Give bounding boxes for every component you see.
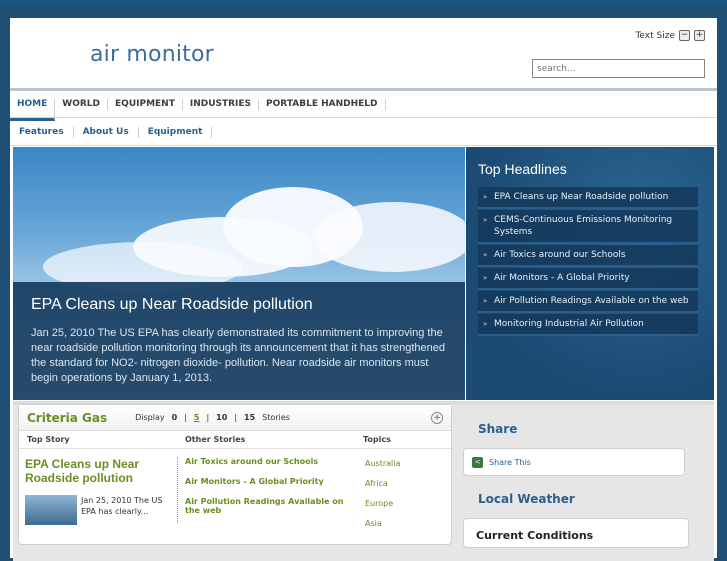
top-bar: [0, 0, 727, 6]
card-title[interactable]: Criteria Gas: [27, 411, 107, 425]
display-option[interactable]: 5: [194, 413, 200, 422]
top-story-title[interactable]: EPA Cleans up Near Roadside pollution: [25, 457, 175, 485]
headline-item[interactable]: » EPA Cleans up Near Roadside pollution: [478, 187, 698, 209]
headline-item[interactable]: » Air Toxics around our Schools: [478, 245, 698, 267]
display-option[interactable]: 10: [216, 413, 227, 422]
divider: [177, 457, 178, 523]
other-story-link[interactable]: Air Toxics around our Schools: [185, 457, 347, 466]
hero-banner[interactable]: EPA Cleans up Near Roadside pollution Ja…: [13, 147, 465, 400]
hero-text: Jan 25, 2010 The US EPA has clearly demo…: [31, 327, 445, 384]
sub-nav: Features About Us Equipment: [10, 120, 717, 146]
col-top-story: Top Story: [27, 435, 70, 444]
subnav-item-about-us[interactable]: About Us: [74, 127, 139, 138]
weather-widget: Current Conditions: [463, 518, 689, 548]
subnav-item-features[interactable]: Features: [10, 127, 74, 138]
hero-caption: EPA Cleans up Near Roadside pollution Ja…: [13, 282, 465, 400]
topics-list: Australia Africa Europe Asia: [365, 459, 400, 539]
headline-item[interactable]: » Air Monitors - A Global Priority: [478, 268, 698, 290]
headline-item[interactable]: » Air Pollution Readings Available on the…: [478, 291, 698, 313]
display-label: Display: [135, 413, 165, 422]
share-label[interactable]: Share This: [489, 458, 531, 467]
cloud-shape: [313, 202, 465, 272]
col-topics: Topics: [363, 435, 391, 444]
nav-item-industries[interactable]: INDUSTRIES: [183, 98, 260, 110]
search-input[interactable]: [532, 59, 705, 78]
share-title: Share: [478, 422, 518, 436]
other-story-link[interactable]: Air Monitors - A Global Priority: [185, 477, 347, 486]
current-conditions-title: Current Conditions: [476, 529, 594, 542]
headline-item[interactable]: » CEMS-Continuous Emissions Monitoring Sy…: [478, 210, 698, 244]
column-headers: Top Story Other Stories Topics: [19, 431, 451, 449]
bullet-arrow-icon: »: [483, 216, 488, 224]
topic-link[interactable]: Asia: [365, 519, 400, 528]
topic-link[interactable]: Africa: [365, 479, 400, 488]
other-story-link[interactable]: Air Pollution Readings Available on the …: [185, 497, 347, 515]
criteria-gas-card: Criteria Gas Display 0 | 5 | 10 | 15 Storie…: [18, 404, 452, 545]
share-widget[interactable]: < Share This: [463, 448, 685, 476]
top-headlines-title: Top Headlines: [478, 161, 567, 177]
display-option[interactable]: 15: [244, 413, 255, 422]
topic-link[interactable]: Europe: [365, 499, 400, 508]
bullet-arrow-icon: »: [483, 274, 488, 282]
text-size-increase-button[interactable]: +: [694, 30, 705, 41]
nav-item-equipment[interactable]: EQUIPMENT: [108, 98, 183, 110]
site-logo[interactable]: air monitor: [90, 42, 214, 67]
col-other-stories: Other Stories: [185, 435, 246, 444]
nav-item-portable-handheld[interactable]: PORTABLE HANDHELD: [259, 98, 386, 110]
nav-item-home[interactable]: HOME: [10, 98, 56, 121]
nav-item-world[interactable]: WORLD: [55, 98, 109, 110]
header: air monitor Text Size − +: [10, 18, 717, 88]
subnav-item-equipment[interactable]: Equipment: [139, 127, 213, 138]
bullet-arrow-icon: »: [483, 297, 488, 305]
story-text: Jan 25, 2010 The US EPA has clearly...: [81, 496, 163, 516]
display-selector: Display 0 | 5 | 10 | 15 Stories: [135, 413, 290, 422]
text-size-control: Text Size − +: [635, 30, 705, 41]
share-icon: <: [472, 456, 483, 468]
other-stories: Air Toxics around our Schools Air Monito…: [185, 457, 347, 526]
bullet-arrow-icon: »: [483, 320, 488, 328]
text-size-label: Text Size: [635, 30, 675, 41]
display-option[interactable]: 0: [172, 413, 178, 422]
bullet-arrow-icon: »: [483, 251, 488, 259]
separator: |: [234, 413, 238, 422]
separator: |: [206, 413, 210, 422]
expand-icon[interactable]: +: [431, 412, 443, 424]
local-weather-title: Local Weather: [478, 492, 575, 506]
separator: |: [184, 413, 187, 422]
text-size-decrease-button[interactable]: −: [679, 30, 690, 41]
topic-link[interactable]: Australia: [365, 459, 400, 468]
headline-item[interactable]: » Monitoring Industrial Air Pollution: [478, 314, 698, 336]
top-headlines-panel: Top Headlines » EPA Cleans up Near Roadsi…: [466, 147, 714, 400]
bullet-arrow-icon: »: [483, 193, 488, 201]
main-nav: HOME WORLD EQUIPMENT INDUSTRIES PORTABLE…: [10, 88, 717, 121]
hero-title[interactable]: EPA Cleans up Near Roadside pollution: [31, 296, 447, 314]
story-thumbnail[interactable]: [25, 495, 77, 525]
card-header: Criteria Gas Display 0 | 5 | 10 | 15 Storie…: [19, 405, 451, 431]
stories-label: Stories: [262, 413, 290, 422]
